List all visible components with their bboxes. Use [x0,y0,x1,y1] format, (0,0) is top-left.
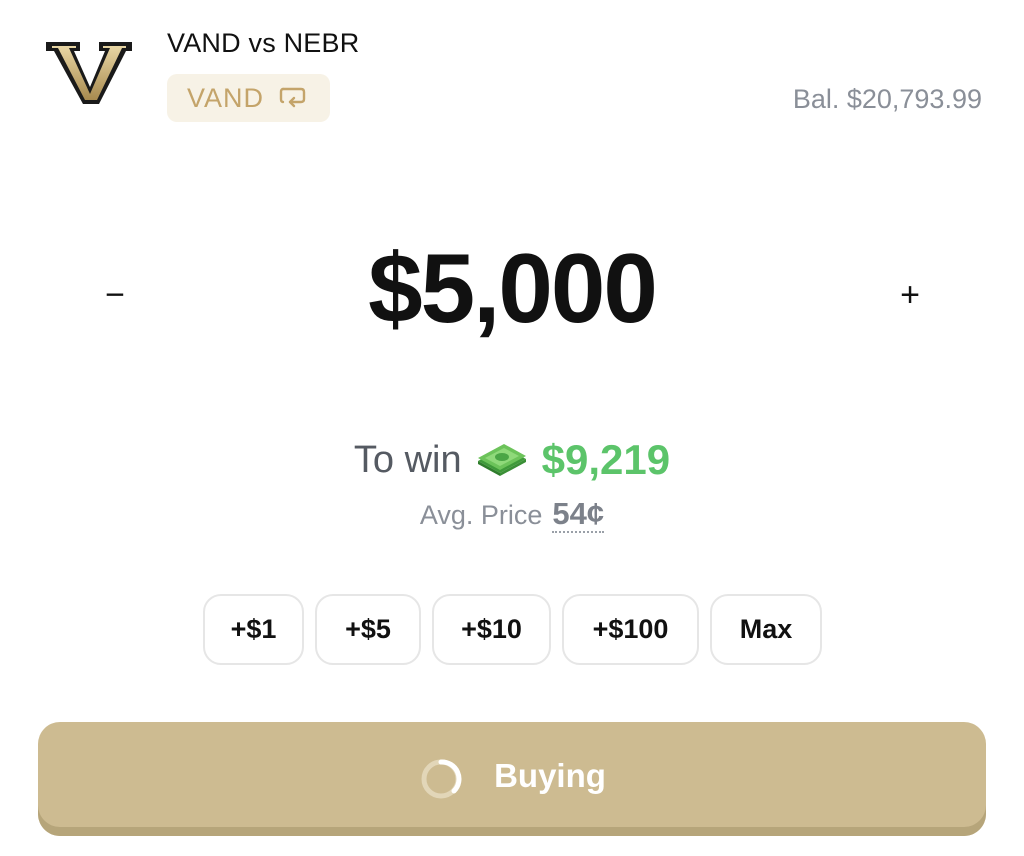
money-bill-icon [477,444,526,476]
buy-button[interactable]: Buying [38,722,986,836]
bet-amount: $5,000 [368,233,658,343]
increase-amount-button[interactable]: + [875,260,945,330]
quick-add-5-button[interactable]: +$5 [315,594,421,665]
team-switch-chip[interactable]: VAND [167,74,330,122]
trade-panel: VAND vs NEBR VAND Bal. $20,793.99 − $5,0… [0,0,1024,856]
to-win-label: To win [353,438,462,481]
vanderbilt-v-logo-icon [46,42,132,104]
to-win-row: To win $9,219 [0,436,1024,484]
quick-add-10-button[interactable]: +$10 [432,594,551,665]
buy-button-label: Buying [494,757,606,794]
matchup-title: VAND vs NEBR [167,28,360,58]
team-chip-label: VAND [187,82,265,113]
avg-price-value[interactable]: 54¢ [552,497,605,533]
quick-add-100-button[interactable]: +$100 [562,594,699,665]
to-win-amount: $9,219 [541,436,671,483]
avg-price-row: Avg. Price 54¢ [0,497,1024,533]
quick-add-1-button[interactable]: +$1 [203,594,304,665]
quick-add-max-button[interactable]: Max [710,594,822,665]
quick-add-row: +$1 +$5 +$10 +$100 Max [203,594,822,665]
swap-icon [279,87,306,108]
balance-text: Bal. $20,793.99 [792,84,982,114]
loading-spinner-icon [421,759,462,799]
avg-price-label: Avg. Price [419,500,543,530]
